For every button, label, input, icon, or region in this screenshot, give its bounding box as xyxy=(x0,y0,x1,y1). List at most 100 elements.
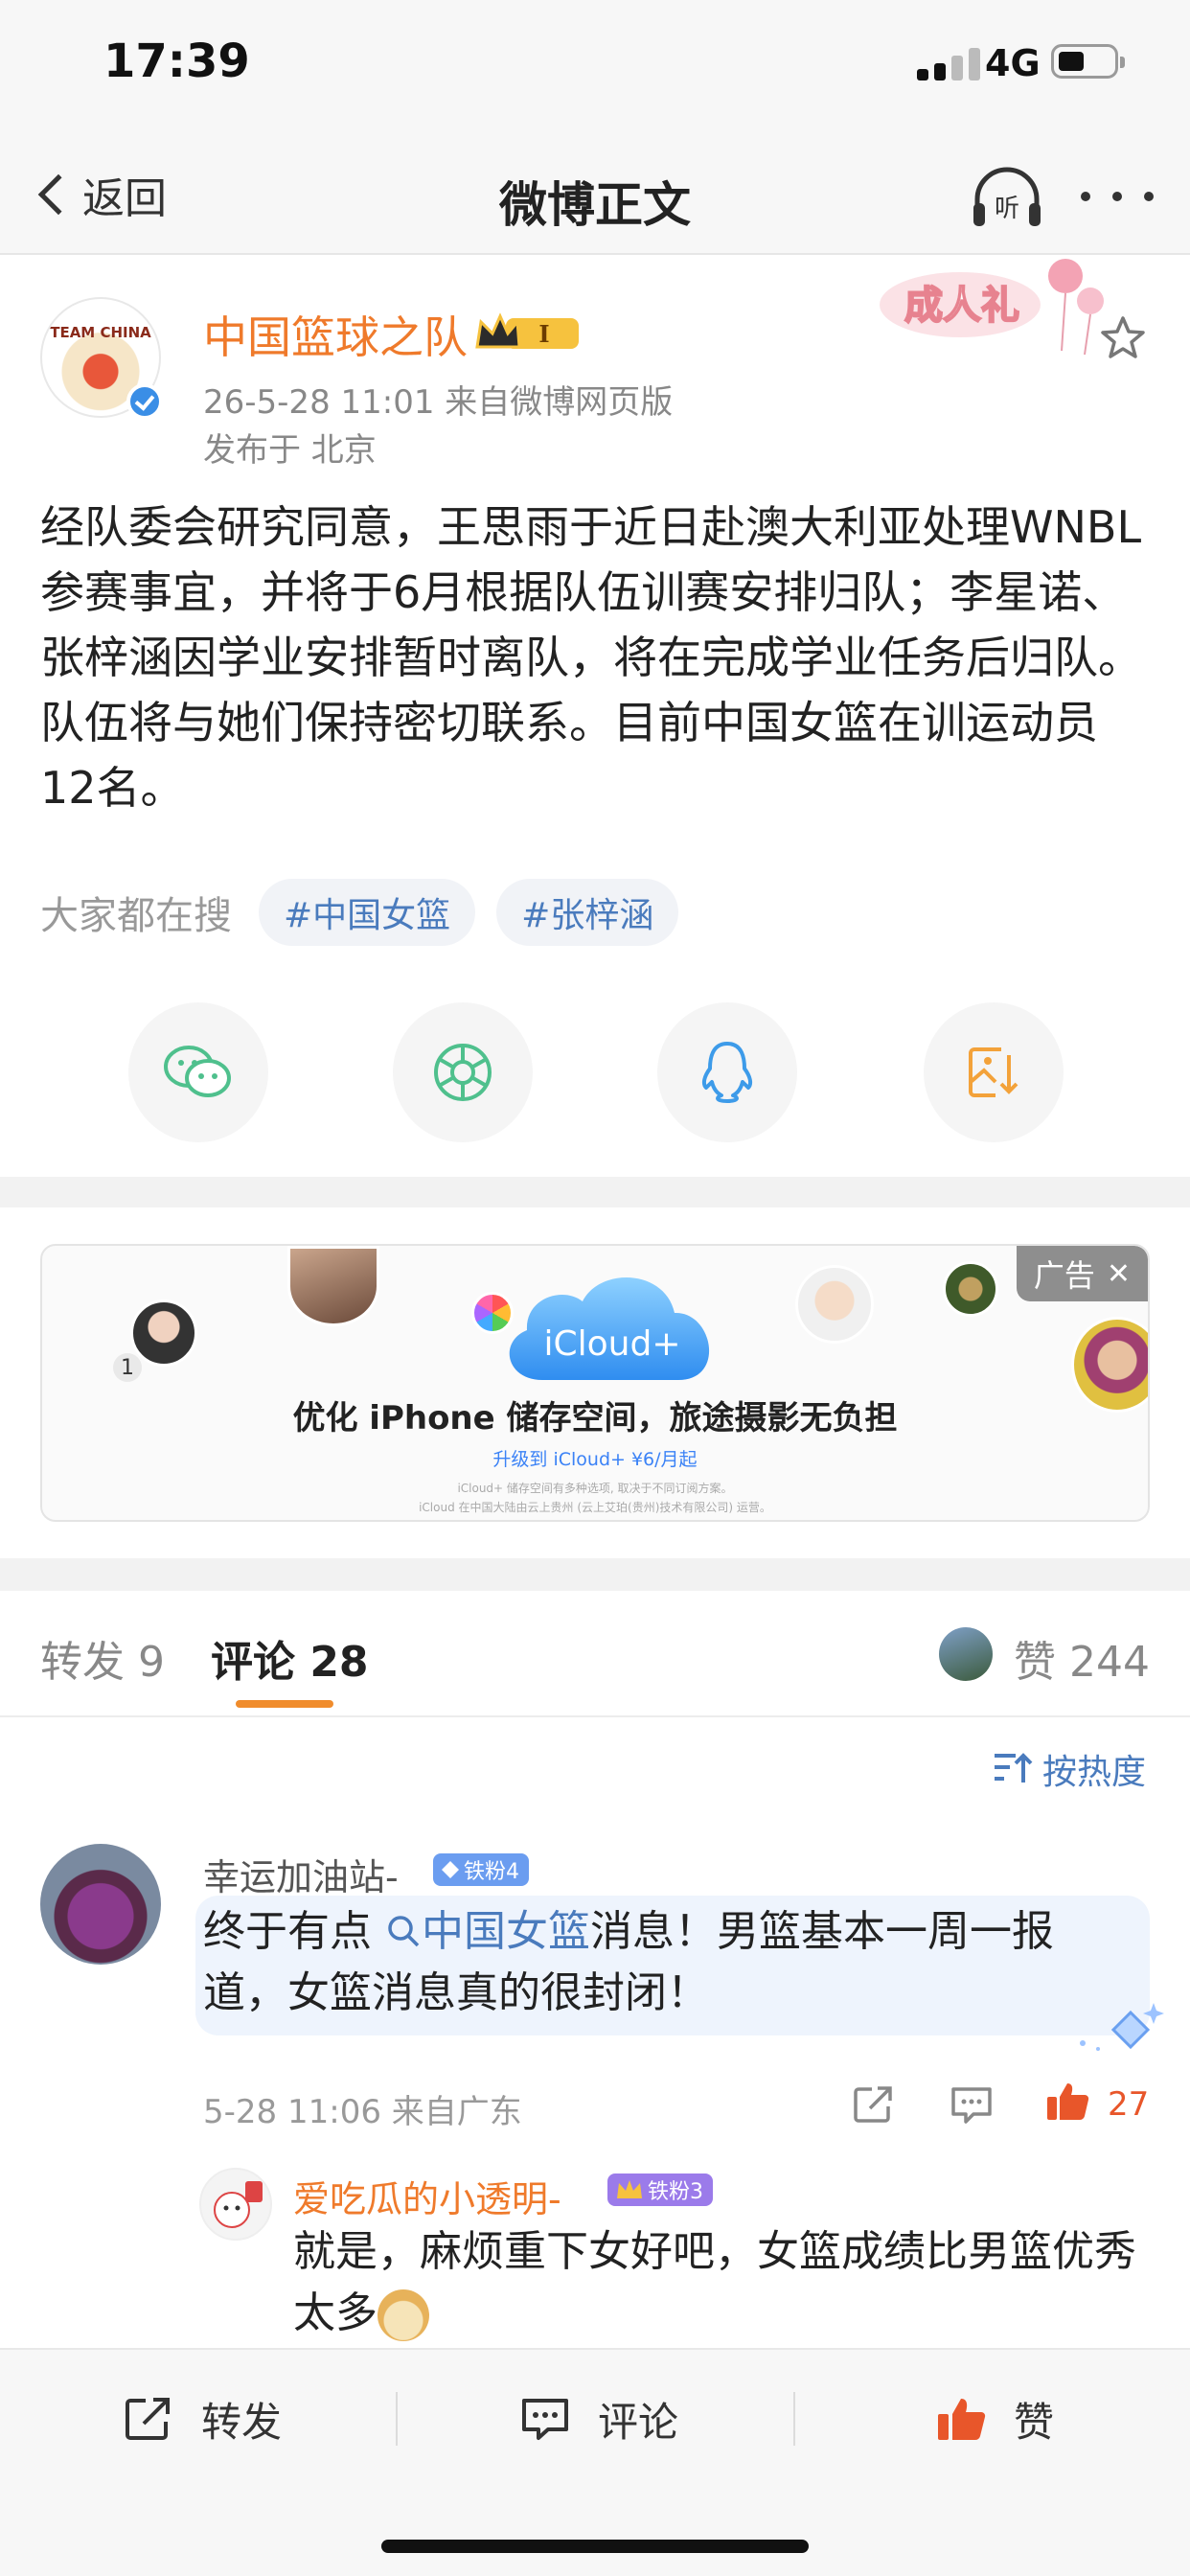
vip-crown-badge-icon[interactable]: I xyxy=(473,310,581,353)
divider xyxy=(793,2392,795,2446)
search-tag-chinese-womens-basketball[interactable]: #中国女篮 xyxy=(259,879,476,946)
cartoon-avatar-icon xyxy=(214,2181,263,2228)
more-dot-icon xyxy=(1144,192,1154,201)
fan-badge-label: 铁粉3 xyxy=(648,2180,703,2204)
ad-photo xyxy=(795,1265,874,1344)
sort-icon xyxy=(995,1753,1033,1782)
status-bar: 17:39 4G xyxy=(0,0,1190,134)
listen-icon-label: 听 xyxy=(995,195,1019,223)
ad-badge[interactable]: 广告 ✕ xyxy=(1016,1246,1148,1301)
repost-comment-icon[interactable] xyxy=(851,2083,897,2126)
ad-label: 广告 xyxy=(1033,1257,1095,1294)
ad-photo xyxy=(130,1300,197,1367)
like-button[interactable]: 赞 xyxy=(935,2388,1054,2450)
coming-of-age-badge[interactable]: 成人礼 xyxy=(874,255,1104,360)
ad-subline[interactable]: 升级到 iCloud+ ¥6/月起 xyxy=(42,1445,1148,1471)
comment-icon xyxy=(522,2399,568,2440)
nav-bar: 返回 微博正文 听 xyxy=(0,134,1190,255)
share-row xyxy=(128,1002,1064,1142)
ad-photo xyxy=(287,1246,379,1326)
comment-meta: 5-28 11:06 来自广东 xyxy=(203,2093,522,2131)
divider xyxy=(396,2392,398,2446)
comment-avatar[interactable] xyxy=(40,1844,161,1965)
sort-by-popularity-button[interactable]: 按热度 xyxy=(993,1742,1146,1796)
comment-hashtag-link[interactable]: 中国女篮 xyxy=(372,1907,590,1956)
ad-footnote: iCloud 在中国大陆由云上贵州 (云上艾珀(贵州)技术有限公司) 运营。 xyxy=(419,1501,771,1514)
author-name[interactable]: 中国篮球之队 xyxy=(203,303,468,366)
listen-button[interactable]: 听 xyxy=(970,163,1044,232)
repost-icon xyxy=(126,2398,170,2440)
more-dot-icon xyxy=(1081,192,1090,201)
coming-of-age-label: 成人礼 xyxy=(904,284,1019,328)
repost-label: 转发 xyxy=(201,2398,283,2446)
search-icon xyxy=(388,1916,420,1947)
diamond-icon xyxy=(442,1861,459,1878)
thumbs-up-icon[interactable] xyxy=(1044,2080,1090,2122)
post-timestamp-source: 26-5-28 11:01 来自微博网页版 xyxy=(203,383,674,422)
crown-icon xyxy=(617,2180,642,2198)
favorite-star-icon[interactable] xyxy=(1098,314,1148,362)
more-dot-icon xyxy=(1112,192,1122,201)
balloon-icon xyxy=(1048,259,1083,293)
post-location: 发布于 北京 xyxy=(203,431,377,470)
comment-label: 评论 xyxy=(598,2398,679,2446)
active-tab-indicator xyxy=(236,1700,333,1708)
reply-comment-icon[interactable] xyxy=(949,2083,995,2126)
sparkle-diamond-icon xyxy=(1080,2003,1164,2051)
comment-like-count: 27 xyxy=(1108,2085,1150,2124)
more-options-button[interactable] xyxy=(1081,172,1154,220)
ad-headline: 优化 iPhone 储存空间，旅途摄影无负担 xyxy=(292,1399,898,1438)
bottom-action-bar: 转发 评论 赞 xyxy=(0,2348,1190,2576)
verified-badge-icon xyxy=(126,383,163,420)
balloon-icon xyxy=(1077,288,1104,314)
ad-footnote: iCloud+ 储存空间有多种选项, 取决于不同订阅方案。 xyxy=(457,1482,733,1495)
like-label: 赞 xyxy=(1014,2398,1055,2446)
author-avatar[interactable]: TEAM CHINA xyxy=(40,297,163,420)
repost-button[interactable]: 转发 xyxy=(123,2388,282,2450)
close-icon[interactable]: ✕ xyxy=(1107,1257,1131,1291)
trending-search-label: 大家都在搜 xyxy=(40,894,232,938)
save-image-icon xyxy=(969,1047,1018,1097)
fan-badge: 铁粉4 xyxy=(433,1853,529,1886)
comment-button[interactable]: 评论 xyxy=(519,2388,678,2450)
vip-level: I xyxy=(538,320,549,348)
comment-username[interactable]: 幸运加油站- xyxy=(203,1848,399,1900)
trending-search-row: 大家都在搜 #中国女篮 #张梓涵 xyxy=(40,878,699,947)
post-card: TEAM CHINA 中国篮球之队 I 26-5-28 11:01 来自微博网页… xyxy=(0,255,1190,1175)
icloud-icon: iCloud+ xyxy=(509,1277,710,1380)
search-tag-zhang-zihan[interactable]: #张梓涵 xyxy=(496,879,679,946)
wechat-icon xyxy=(164,1046,231,1097)
network-type: 4G xyxy=(985,42,1041,84)
ad-photo xyxy=(943,1261,998,1317)
moments-icon xyxy=(434,1044,492,1101)
avatar-team-text: TEAM CHINA xyxy=(50,324,151,341)
save-image-button[interactable] xyxy=(924,1002,1064,1142)
liker-avatar xyxy=(939,1627,993,1681)
ad-photo-count: 1 xyxy=(113,1353,142,1382)
tab-likes[interactable]: 赞 244 xyxy=(1014,1627,1150,1689)
share-qq-button[interactable] xyxy=(657,1002,797,1142)
status-time: 17:39 xyxy=(103,34,250,88)
reply-username[interactable]: 爱吃瓜的小透明- xyxy=(293,2170,561,2222)
fan-badge: 铁粉3 xyxy=(607,2174,713,2206)
home-indicator xyxy=(381,2540,809,2553)
doge-emoji-icon xyxy=(378,2289,429,2341)
ad-banner[interactable]: 1 iCloud+ 广告 ✕ 优化 iPhone 储存空间，旅途摄影无负担 升级… xyxy=(40,1244,1150,1522)
comment-text: 终于有点 中国女篮消息！男篮基本一周一报道，女篮消息真的很封闭！ xyxy=(203,1907,1054,2017)
sort-label: 按热度 xyxy=(1042,1753,1147,1792)
tab-comments[interactable]: 评论 28 xyxy=(211,1627,369,1689)
headphone-icon: 听 xyxy=(973,167,1041,226)
fan-badge-label: 铁粉4 xyxy=(464,1860,519,1884)
tab-reposts[interactable]: 转发 9 xyxy=(40,1627,165,1689)
post-body-text: 经队委会研究同意，王思雨于近日赴澳大利亚处理WNBL参赛事宜，并将于6月根据队伍… xyxy=(40,501,1142,814)
share-moments-button[interactable] xyxy=(393,1002,533,1142)
share-wechat-button[interactable] xyxy=(128,1002,268,1142)
thumbs-up-icon xyxy=(938,2399,986,2441)
qq-icon xyxy=(701,1042,753,1103)
reply-avatar[interactable] xyxy=(199,2168,272,2241)
interaction-tabs: 转发 9 评论 28 赞 244 xyxy=(0,1591,1190,1717)
icloud-label: iCloud+ xyxy=(544,1324,681,1364)
section-divider xyxy=(0,1558,1190,1591)
reply-text: 就是，麻烦重下女好吧，女篮成绩比男篮优秀太多 xyxy=(293,2221,1156,2344)
cellular-signal-icon xyxy=(917,46,986,80)
